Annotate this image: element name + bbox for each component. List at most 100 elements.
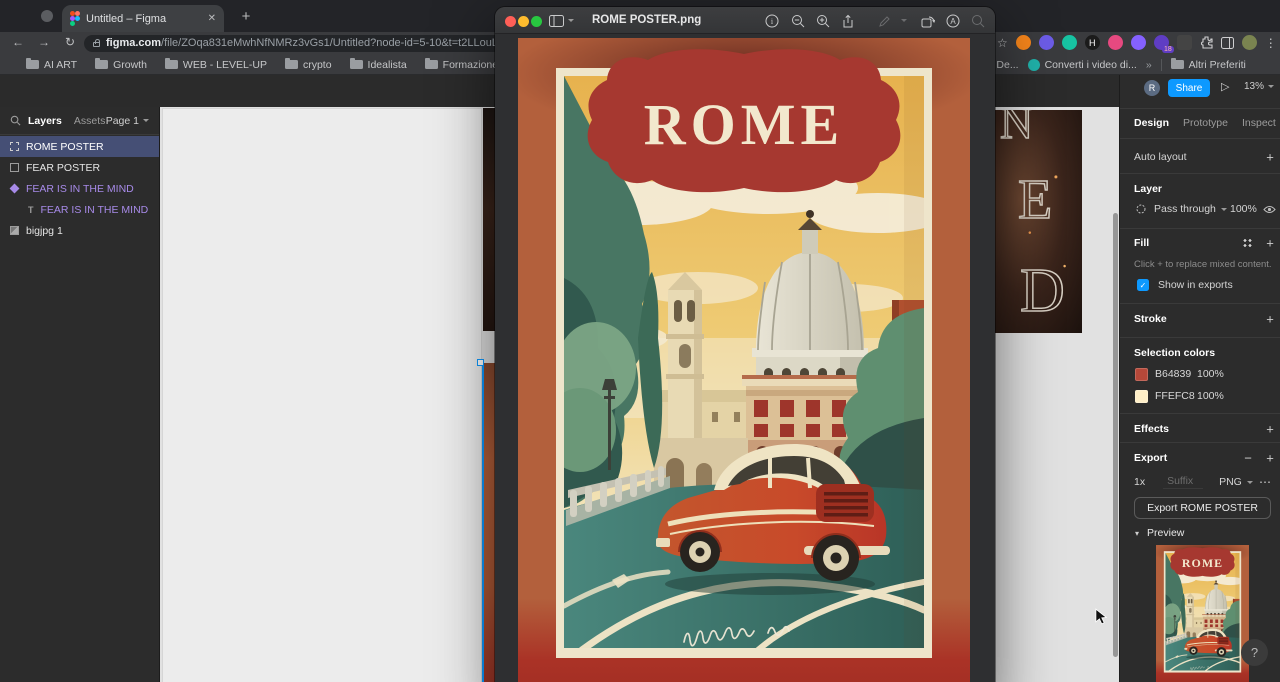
- chevron-down-icon[interactable]: [901, 19, 907, 22]
- selection-color-row[interactable]: B64839 100%: [1120, 366, 1280, 382]
- present-button[interactable]: ▷: [1221, 80, 1229, 93]
- remove-export-button[interactable]: −: [1241, 451, 1255, 466]
- help-button[interactable]: ?: [1241, 639, 1268, 666]
- selection-color-row[interactable]: FFEFC8 100%: [1120, 388, 1280, 404]
- extensions-puzzle-icon[interactable]: [1200, 36, 1213, 49]
- blend-mode-row: Pass through 100%: [1120, 201, 1280, 217]
- sidebar-toggle-icon[interactable]: [547, 12, 565, 30]
- bookmark-crypto[interactable]: crypto: [285, 59, 332, 71]
- avatar[interactable]: R: [1144, 80, 1160, 96]
- zoom-level-control[interactable]: 13%: [1244, 81, 1274, 92]
- svg-text:i: i: [771, 17, 774, 26]
- layer-row-fear-poster[interactable]: FEAR POSTER: [0, 157, 159, 178]
- blend-mode-select[interactable]: Pass through: [1154, 203, 1216, 215]
- close-icon[interactable]: [505, 16, 516, 27]
- preview-section-header[interactable]: ▾ Preview: [1120, 525, 1280, 541]
- markup-pen-icon[interactable]: [875, 12, 893, 30]
- layer-row-fear-text[interactable]: T FEAR IS IN THE MIND: [0, 199, 159, 220]
- checkbox-checked[interactable]: ✓: [1137, 279, 1149, 291]
- page-selector[interactable]: Page 1: [106, 115, 139, 127]
- preview-app-window[interactable]: ROME POSTER.png i A: [495, 7, 995, 682]
- selection-handle[interactable]: [477, 359, 484, 366]
- h-extension-icon[interactable]: H: [1085, 35, 1100, 50]
- bookmark-formazione[interactable]: Formazione: [425, 59, 498, 71]
- zoom-out-icon[interactable]: [789, 12, 807, 30]
- divider: [1120, 442, 1280, 443]
- key-extension-icon[interactable]: [1108, 35, 1123, 50]
- share-button[interactable]: Share: [1168, 79, 1210, 97]
- export-more-icon[interactable]: ⋯: [1259, 475, 1271, 489]
- export-section-title: Export: [1134, 452, 1167, 464]
- divider: [1120, 228, 1280, 229]
- markup-toolbar-icon[interactable]: A: [944, 12, 962, 30]
- tab-inspect[interactable]: Inspect: [1242, 117, 1276, 129]
- bookmark-altri-preferiti[interactable]: Altri Preferiti: [1171, 59, 1246, 71]
- zoom-in-icon[interactable]: [814, 12, 832, 30]
- lock-icon: [93, 42, 100, 47]
- browser-menu-icon[interactable]: ⋮: [1265, 36, 1277, 50]
- profile-avatar[interactable]: [1242, 35, 1257, 50]
- folder-icon: [95, 60, 108, 69]
- tab-layers[interactable]: Layers: [28, 115, 62, 127]
- suffix-input[interactable]: Suffix: [1163, 475, 1203, 489]
- export-format-select[interactable]: PNG: [1219, 476, 1242, 488]
- bookmark-growth[interactable]: Growth: [95, 59, 147, 71]
- rotate-icon[interactable]: [919, 12, 937, 30]
- canvas-fear-poster-fragment[interactable]: N E D: [995, 110, 1082, 333]
- export-scale[interactable]: 1x: [1134, 476, 1145, 488]
- bookmark-converti[interactable]: Converti i video di...: [1028, 59, 1137, 71]
- add-auto-layout-button[interactable]: +: [1263, 150, 1277, 165]
- bookmark-web-level-up[interactable]: WEB - LEVEL-UP: [165, 59, 267, 71]
- chevron-down-icon: [143, 119, 149, 122]
- color-swatch[interactable]: [1135, 390, 1148, 403]
- figma-favicon: [70, 11, 80, 26]
- sidebar-extension-icon[interactable]: [1221, 37, 1234, 49]
- search-icon[interactable]: [10, 115, 21, 126]
- teal-extension-icon[interactable]: [1062, 35, 1077, 50]
- canvas-scrollbar[interactable]: [1113, 213, 1118, 657]
- chevron-down-icon[interactable]: [568, 19, 574, 22]
- bookmark-idealista[interactable]: Idealista: [350, 59, 407, 71]
- metamask-extension-icon[interactable]: [1016, 35, 1031, 50]
- canvas-frame-fear-poster[interactable]: [163, 109, 481, 682]
- tab-prototype[interactable]: Prototype: [1183, 117, 1228, 129]
- layer-opacity[interactable]: 100%: [1230, 203, 1257, 215]
- blend-mode-icon[interactable]: [1136, 204, 1146, 214]
- eye-icon[interactable]: [1263, 205, 1276, 214]
- reload-icon[interactable]: ↻: [62, 35, 78, 49]
- layer-row-bigjpg[interactable]: bigjpg 1: [0, 220, 159, 241]
- share-icon[interactable]: [839, 12, 857, 30]
- add-fill-button[interactable]: +: [1263, 236, 1277, 251]
- info-icon[interactable]: i: [763, 12, 781, 30]
- minimize-icon[interactable]: [518, 16, 529, 27]
- fear-letter: N: [1000, 110, 1033, 146]
- browser-tab[interactable]: Untitled – Figma ✕: [62, 5, 224, 32]
- purple-extension-icon[interactable]: [1039, 35, 1054, 50]
- layer-row-fear-component[interactable]: FEAR IS IN THE MIND: [0, 178, 159, 199]
- round-extension-icon[interactable]: [1131, 35, 1146, 50]
- styles-icon[interactable]: [1243, 239, 1252, 248]
- color-swatch[interactable]: [1135, 368, 1148, 381]
- bookmark-ai-art[interactable]: AI ART: [26, 59, 77, 71]
- new-tab-button[interactable]: +: [236, 8, 256, 25]
- canvas-rome-poster-edge-selected[interactable]: [482, 363, 496, 682]
- layer-row-rome-poster[interactable]: ROME POSTER: [0, 136, 159, 157]
- export-rome-poster-button[interactable]: Export ROME POSTER: [1134, 497, 1271, 519]
- window-close-button[interactable]: [41, 10, 53, 22]
- bookmark-star-icon[interactable]: ☆: [997, 36, 1008, 50]
- add-export-button[interactable]: +: [1263, 451, 1277, 466]
- back-icon[interactable]: ←: [10, 35, 26, 49]
- search-icon[interactable]: [969, 12, 987, 30]
- tab-assets[interactable]: Assets: [74, 115, 106, 127]
- badged-extension-icon[interactable]: 18: [1154, 35, 1169, 50]
- dark-extension-icon[interactable]: [1177, 35, 1192, 50]
- tab-design[interactable]: Design: [1134, 117, 1169, 129]
- bookmarks-overflow-icon[interactable]: »: [1146, 59, 1152, 71]
- tab-close-icon[interactable]: ✕: [208, 13, 216, 24]
- add-stroke-button[interactable]: +: [1263, 312, 1277, 327]
- add-effect-button[interactable]: +: [1263, 422, 1277, 437]
- preview-title-bar[interactable]: ROME POSTER.png i A: [495, 7, 995, 34]
- forward-icon[interactable]: →: [36, 35, 52, 49]
- maximize-icon[interactable]: [531, 16, 542, 27]
- show-in-exports-label: Show in exports: [1158, 279, 1233, 291]
